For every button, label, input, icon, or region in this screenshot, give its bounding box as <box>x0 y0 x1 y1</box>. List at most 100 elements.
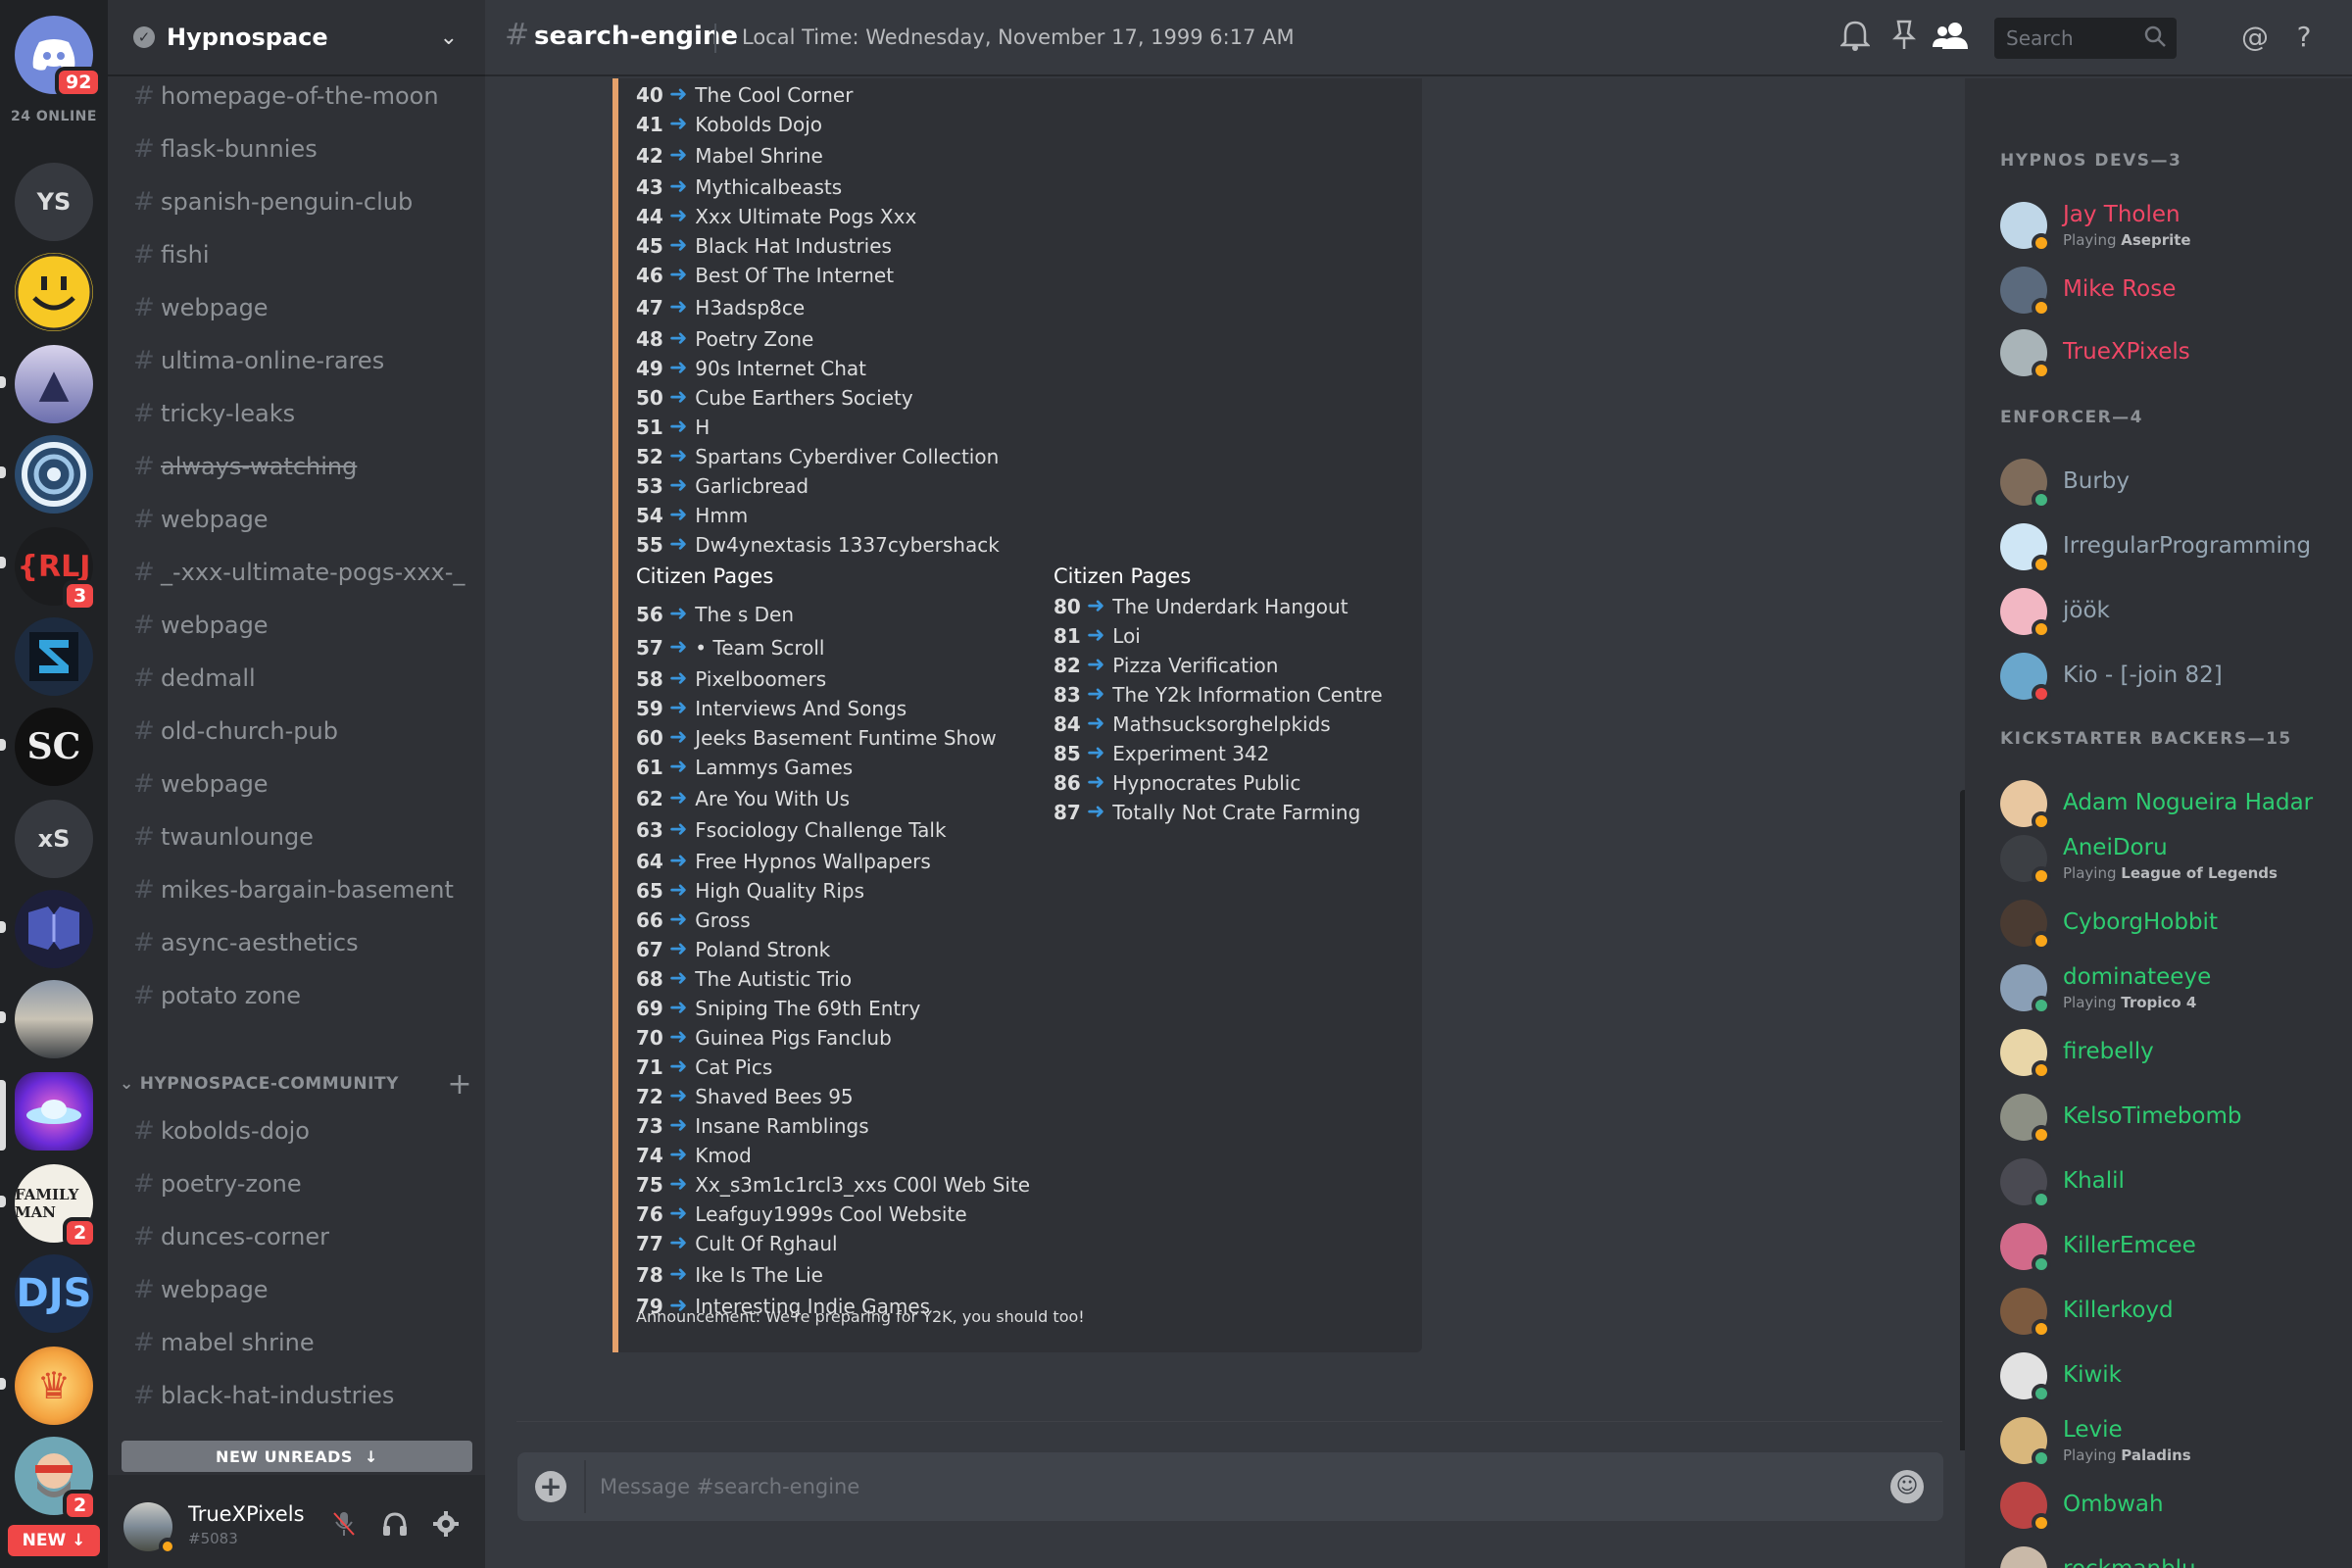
channel-item[interactable]: # webpage <box>133 498 269 541</box>
website-row[interactable]: 68 ➜ The Autistic Trio <box>636 966 852 991</box>
new-unreads-bar[interactable]: NEW UNREADS ↓ <box>122 1441 472 1472</box>
website-row[interactable]: 57 ➜ • Team Scroll <box>636 635 824 660</box>
channel-item[interactable]: # mabel shrine <box>133 1321 315 1364</box>
website-row[interactable]: 52 ➜ Spartans Cyberdiver Collection <box>636 444 999 468</box>
server-sunset[interactable]: ♛ <box>15 1347 93 1425</box>
help-icon[interactable]: ? <box>2286 20 2322 55</box>
member-item[interactable]: KillerEmcee <box>2000 1217 2343 1276</box>
server-xs[interactable]: xS <box>15 800 93 878</box>
website-row[interactable]: 81 ➜ Loi <box>1054 623 1141 648</box>
member-item[interactable]: Adam Nogueira Hadar <box>2000 774 2343 833</box>
channel-item[interactable]: # kobolds-dojo <box>133 1109 310 1152</box>
search-input[interactable] <box>1994 18 2141 59</box>
member-item[interactable]: AneiDoru Playing League of Legends <box>2000 829 2343 888</box>
website-row[interactable]: 48 ➜ Poetry Zone <box>636 326 813 351</box>
upload-plus-icon[interactable]: + <box>535 1471 566 1502</box>
website-row[interactable]: 55 ➜ Dw4ynextasis 1337cybershack <box>636 532 1000 557</box>
website-row[interactable]: 87 ➜ Totally Not Crate Farming <box>1054 800 1360 824</box>
member-item[interactable]: TrueXPixels <box>2000 323 2343 382</box>
website-row[interactable]: 65 ➜ High Quality Rips <box>636 878 864 903</box>
website-row[interactable]: 66 ➜ Gross <box>636 907 751 932</box>
website-row[interactable]: 44 ➜ Xxx Ultimate Pogs Xxx <box>636 204 916 228</box>
member-item[interactable]: KelsoTimebomb <box>2000 1088 2343 1147</box>
website-row[interactable]: 73 ➜ Insane Ramblings <box>636 1113 869 1138</box>
gear-icon[interactable] <box>431 1510 461 1540</box>
server-djs[interactable]: DJS <box>15 1254 93 1333</box>
channel-item[interactable]: # potato zone <box>133 974 301 1017</box>
website-row[interactable]: 64 ➜ Free Hypnos Wallpapers <box>636 849 931 873</box>
channel-item[interactable]: # poetry-zone <box>133 1162 302 1205</box>
channel-item[interactable]: # webpage <box>133 286 269 329</box>
website-row[interactable]: 42 ➜ Mabel Shrine <box>636 143 823 168</box>
member-item[interactable]: jöök <box>2000 582 2343 641</box>
website-row[interactable]: 82 ➜ Pizza Verification <box>1054 653 1278 677</box>
headphones-icon[interactable] <box>380 1510 410 1540</box>
new-mentions-pill[interactable]: NEW ↓ <box>8 1525 100 1556</box>
member-item[interactable]: Khalil <box>2000 1152 2343 1211</box>
website-row[interactable]: 58 ➜ Pixelboomers <box>636 666 826 691</box>
channel-item[interactable]: # async-aesthetics <box>133 921 359 964</box>
member-item[interactable]: Kiwik <box>2000 1347 2343 1405</box>
pin-icon[interactable] <box>1886 20 1922 55</box>
website-row[interactable]: 83 ➜ The Y2k Information Centre <box>1054 682 1383 707</box>
category-header[interactable]: ⌄ HYPNOSPACE-COMMUNITY + <box>120 1067 472 1102</box>
channel-item[interactable]: # _-xxx-ultimate-pogs-xxx-_ <box>133 551 465 594</box>
mention-icon[interactable]: @ <box>2237 20 2273 55</box>
channel-item[interactable]: # homepage-of-the-moon <box>133 74 439 118</box>
website-row[interactable]: 75 ➜ Xx_s3m1c1rcl3_xxs C00l Web Site <box>636 1172 1030 1197</box>
member-item[interactable]: Burby <box>2000 453 2343 512</box>
website-row[interactable]: 62 ➜ Are You With Us <box>636 786 850 810</box>
website-row[interactable]: 67 ➜ Poland Stronk <box>636 937 830 961</box>
channel-item[interactable]: # always-watching <box>133 445 357 488</box>
channel-item[interactable]: # dunces-corner <box>133 1215 329 1258</box>
website-row[interactable]: 51 ➜ H <box>636 415 710 439</box>
microphone-muted-icon[interactable] <box>329 1510 359 1540</box>
add-channel-icon[interactable]: + <box>447 1067 472 1102</box>
member-item[interactable]: Ombwah <box>2000 1476 2343 1535</box>
member-list-icon[interactable] <box>1932 20 1968 55</box>
website-row[interactable]: 50 ➜ Cube Earthers Society <box>636 385 913 410</box>
website-row[interactable]: 76 ➜ Leafguy1999s Cool Website <box>636 1201 967 1226</box>
channel-item[interactable]: # fishi <box>133 233 210 276</box>
website-row[interactable]: 47 ➜ H3adsp8ce <box>636 295 805 319</box>
website-row[interactable]: 46 ➜ Best Of The Internet <box>636 263 894 287</box>
website-row[interactable]: 72 ➜ Shaved Bees 95 <box>636 1084 854 1108</box>
website-row[interactable]: 40 ➜ The Cool Corner <box>636 82 853 107</box>
channel-item[interactable]: # flask-bunnies <box>133 127 318 171</box>
website-row[interactable]: 77 ➜ Cult Of Rghaul <box>636 1231 838 1255</box>
member-item[interactable]: Levie Playing Paladins <box>2000 1411 2343 1470</box>
member-item[interactable]: Kio - [-join 82] <box>2000 647 2343 706</box>
website-row[interactable]: 54 ➜ Hmm <box>636 503 748 527</box>
member-item[interactable]: Killerkoyd <box>2000 1282 2343 1341</box>
server-cube[interactable] <box>15 890 93 968</box>
search-icon[interactable] <box>2143 24 2167 54</box>
message-input[interactable] <box>600 1452 1854 1521</box>
server-swirl[interactable] <box>15 435 93 514</box>
website-row[interactable]: 85 ➜ Experiment 342 <box>1054 741 1269 765</box>
website-row[interactable]: 53 ➜ Garlicbread <box>636 473 808 498</box>
server-wolf[interactable]: ▲ <box>15 345 93 423</box>
channel-item[interactable]: # webpage <box>133 604 269 647</box>
website-row[interactable]: 41 ➜ Kobolds Dojo <box>636 112 822 136</box>
member-item[interactable]: rockmanblu <box>2000 1541 2343 1568</box>
member-item[interactable]: IrregularProgramming <box>2000 517 2343 576</box>
server-hypnospace[interactable] <box>15 1072 93 1151</box>
channel-item[interactable]: # webpage <box>133 1268 269 1311</box>
member-item[interactable]: CyborgHobbit <box>2000 894 2343 953</box>
channel-item[interactable]: # tricky-leaks <box>133 392 295 435</box>
website-row[interactable]: 56 ➜ The s Den <box>636 602 794 626</box>
website-row[interactable]: 74 ➜ Kmod <box>636 1143 752 1167</box>
website-row[interactable]: 63 ➜ Fsociology Challenge Talk <box>636 817 947 842</box>
channel-item[interactable]: # spanish-penguin-club <box>133 180 413 223</box>
website-row[interactable]: 61 ➜ Lammys Games <box>636 755 853 779</box>
channel-item[interactable]: # old-church-pub <box>133 710 338 753</box>
channel-item[interactable]: # webpage <box>133 762 269 806</box>
website-row[interactable]: 86 ➜ Hypnocrates Public <box>1054 770 1300 795</box>
server-sc[interactable]: SC <box>15 708 93 786</box>
member-item[interactable]: Mike Rose <box>2000 261 2343 319</box>
server-smiley[interactable] <box>15 253 93 331</box>
website-row[interactable]: 70 ➜ Guinea Pigs Fanclub <box>636 1025 892 1050</box>
channel-item[interactable]: # black-hat-industries <box>133 1374 394 1417</box>
website-row[interactable]: 43 ➜ Mythicalbeasts <box>636 174 842 199</box>
website-row[interactable]: 71 ➜ Cat Pics <box>636 1054 772 1079</box>
